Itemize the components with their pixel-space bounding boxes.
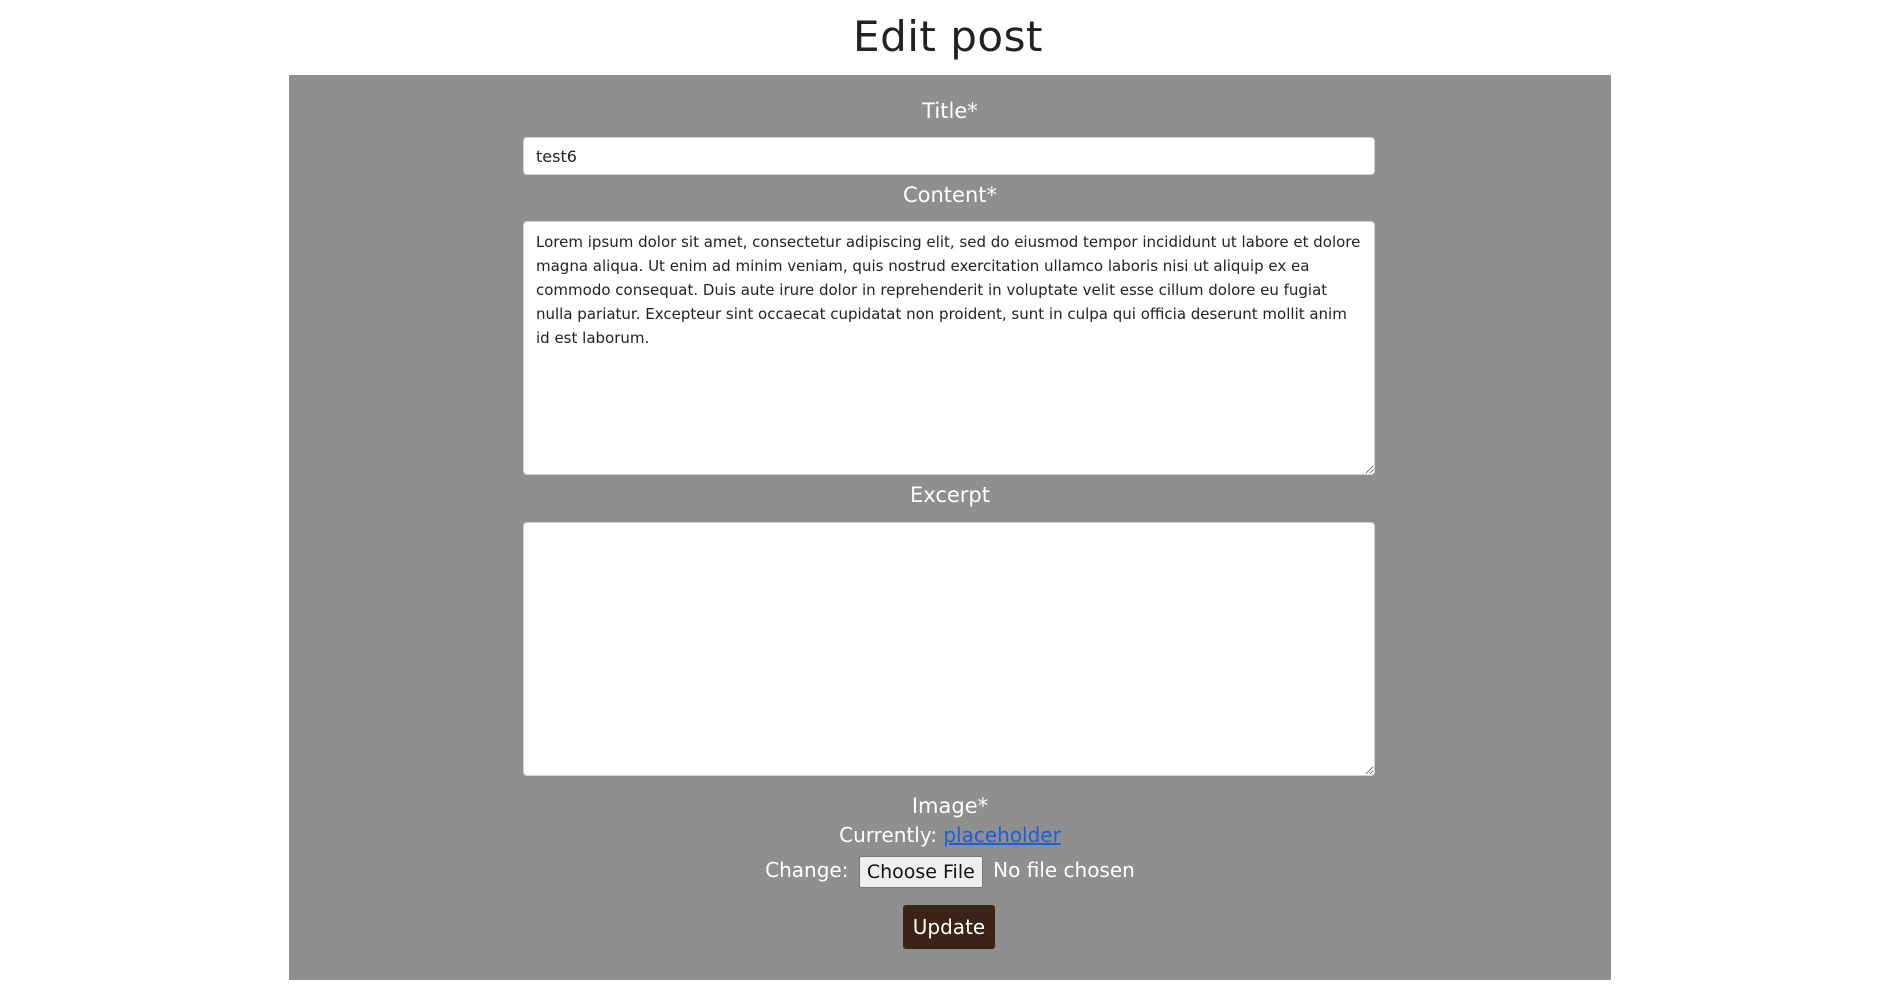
current-image-link[interactable]: placeholder: [943, 823, 1061, 847]
change-image-row: Change: Choose File No file chosen: [289, 853, 1611, 888]
excerpt-textarea[interactable]: [523, 522, 1375, 776]
edit-post-form: Title* Content* Lorem ipsum dolor sit am…: [289, 75, 1611, 980]
page-title: Edit post: [853, 12, 1043, 61]
currently-label: Currently:: [839, 823, 937, 847]
title-label: Title*: [922, 99, 978, 123]
image-label: Image*: [911, 794, 989, 818]
change-label: Change:: [765, 858, 849, 882]
content-textarea[interactable]: Lorem ipsum dolor sit amet, consectetur …: [523, 221, 1375, 475]
file-status-text: No file chosen: [993, 858, 1135, 882]
update-button[interactable]: Update: [903, 905, 995, 949]
title-input[interactable]: [523, 137, 1375, 175]
choose-file-button[interactable]: Choose File: [858, 855, 983, 888]
content-label: Content*: [902, 183, 998, 207]
excerpt-label: Excerpt: [910, 483, 990, 507]
current-image-row: Currently: placeholder: [289, 822, 1611, 848]
